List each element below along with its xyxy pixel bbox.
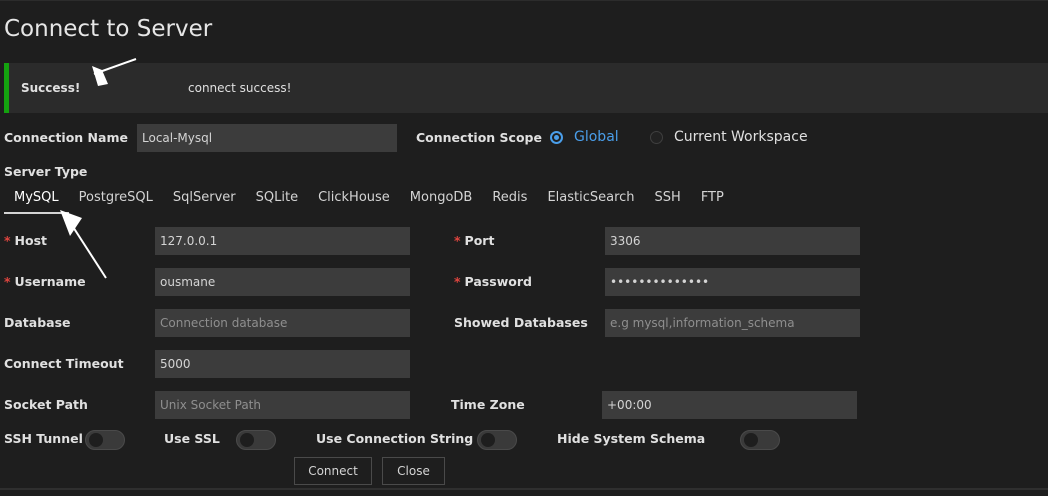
toggle-knob [240, 433, 254, 447]
annotation-arrow-icon [60, 210, 107, 279]
connection-name-label: Connection Name [4, 130, 128, 145]
use-ssl-toggle[interactable] [236, 430, 276, 450]
scope-global-radio[interactable] [550, 131, 563, 144]
time-zone-input[interactable] [602, 391, 857, 419]
use-connection-string-label: Use Connection String [316, 431, 474, 446]
tab-mongodb[interactable]: MongoDB [400, 188, 483, 214]
hide-system-schema-toggle[interactable] [740, 430, 780, 450]
connection-scope-label: Connection Scope [416, 130, 542, 145]
tab-elasticsearch[interactable]: ElasticSearch [537, 188, 644, 214]
username-input[interactable] [155, 268, 410, 296]
success-alert [4, 63, 1048, 113]
tab-sqlserver[interactable]: SqlServer [163, 188, 246, 214]
time-zone-label: Time Zone [451, 397, 525, 412]
dialog-title: Connect to Server [4, 16, 213, 42]
bottom-divider [0, 488, 1048, 490]
connect-timeout-label: Connect Timeout [4, 356, 124, 371]
connection-name-input[interactable] [137, 124, 397, 152]
database-input[interactable] [155, 309, 410, 337]
showed-databases-label: Showed Databases [454, 315, 588, 330]
required-marker: * [4, 274, 11, 289]
connect-button[interactable]: Connect [294, 457, 372, 485]
toggle-knob [744, 433, 758, 447]
password-label: * Password [454, 274, 532, 289]
ssh-tunnel-label: SSH Tunnel [4, 431, 83, 446]
tab-ssh[interactable]: SSH [645, 188, 691, 214]
ssh-tunnel-toggle[interactable] [85, 430, 125, 450]
alert-message: connect success! [188, 81, 292, 95]
required-marker: * [454, 274, 461, 289]
username-label: * Username [4, 274, 86, 289]
scope-global-label[interactable]: Global [574, 129, 619, 145]
required-marker: * [4, 233, 11, 248]
alert-title: Success! [21, 81, 81, 95]
tab-ftp[interactable]: FTP [691, 188, 734, 214]
showed-databases-input[interactable] [605, 309, 860, 337]
tab-redis[interactable]: Redis [482, 188, 537, 214]
connect-timeout-input[interactable] [155, 350, 410, 378]
host-label: * Host [4, 233, 48, 248]
port-label: * Port [454, 233, 495, 248]
hide-system-schema-label: Hide System Schema [557, 431, 706, 446]
password-input[interactable] [605, 268, 860, 296]
tab-clickhouse[interactable]: ClickHouse [308, 188, 400, 214]
tab-sqlite[interactable]: SQLite [246, 188, 308, 214]
socket-path-input[interactable] [155, 391, 410, 419]
use-ssl-label: Use SSL [164, 431, 220, 446]
required-marker: * [454, 233, 461, 248]
top-divider [0, 0, 1048, 1]
close-button[interactable]: Close [382, 457, 445, 485]
port-input[interactable] [605, 227, 860, 255]
annotation-arrow-icon [92, 58, 137, 86]
socket-path-label: Socket Path [4, 397, 88, 412]
toggle-knob [481, 433, 495, 447]
scope-current-workspace-radio[interactable] [650, 131, 663, 144]
alert-accent-bar [4, 63, 9, 113]
database-label: Database [4, 315, 71, 330]
use-connection-string-toggle[interactable] [477, 430, 517, 450]
server-type-label: Server Type [4, 164, 88, 179]
toggle-knob [89, 433, 103, 447]
server-type-tabs: MySQL PostgreSQL SqlServer SQLite ClickH… [4, 188, 734, 214]
host-input[interactable] [155, 227, 410, 255]
scope-current-workspace-label[interactable]: Current Workspace [674, 129, 808, 145]
